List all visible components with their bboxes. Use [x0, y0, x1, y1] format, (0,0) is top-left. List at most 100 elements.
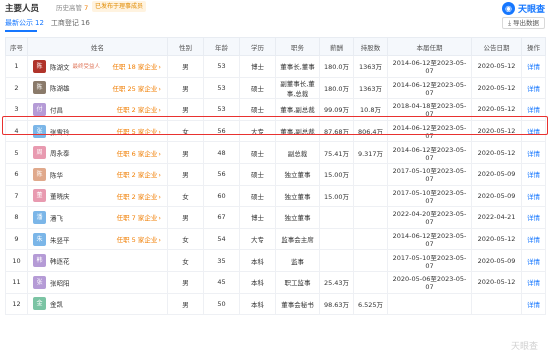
detail-link-text[interactable]: 详情 [527, 128, 540, 136]
detail-link-text[interactable]: 详情 [527, 214, 540, 222]
serving-companies-link[interactable]: 任职 2 家企业› [117, 191, 161, 201]
avatar[interactable]: 潘 [33, 210, 46, 224]
cell-role-text: 董事会秘书 [281, 300, 314, 309]
person-name-link[interactable]: 陈湖雄 [50, 85, 70, 93]
cell-date: 2020-05-12 [471, 55, 522, 78]
detail-link-text[interactable]: 详情 [527, 193, 540, 201]
person-name-link[interactable]: 张昭阳 [50, 279, 70, 287]
avatar[interactable]: 陈 [33, 167, 46, 181]
detail-link[interactable]: 详情 [521, 270, 546, 294]
serving-text[interactable]: 任职 7 家企业 [117, 214, 158, 222]
cell-gender: 女 [167, 227, 204, 251]
detail-link[interactable]: 详情 [521, 206, 546, 229]
people-table: 序号 姓名 性别 年龄 学历 职务 薪酬 持股数 本届任期 公告日期 操作 1 陈陈湖文 最终受益人 任职… [5, 37, 546, 316]
cell-term: 2017-05-10至2023-05-07 [387, 184, 472, 208]
avatar[interactable]: 朱 [33, 232, 46, 246]
detail-link[interactable]: 详情 [521, 141, 546, 164]
serving-companies-link[interactable]: 任职 5 家企业› [117, 234, 161, 244]
detail-link[interactable]: 详情 [521, 227, 546, 251]
detail-link[interactable]: 详情 [521, 55, 546, 78]
cell-index: 2 [5, 76, 28, 100]
cell-education: 硕士 [239, 98, 276, 121]
tab-latest[interactable]: 最新公示 12 [5, 18, 44, 30]
detail-link-text[interactable]: 详情 [527, 301, 540, 309]
person-name-link[interactable]: 张雪玲 [50, 128, 70, 136]
chevron-right-icon: › [158, 106, 161, 115]
cell-role-text: 董事,副总裁 [280, 106, 315, 115]
avatar[interactable]: 董 [33, 189, 46, 203]
serving-text[interactable]: 任职 2 家企业 [117, 171, 158, 179]
detail-link[interactable]: 详情 [521, 292, 546, 316]
cell-shares-text: 806.4万 [357, 128, 384, 137]
cell-term [387, 292, 472, 316]
cell-age-text: 67 [217, 213, 226, 222]
cell-index-text: 2 [14, 83, 19, 92]
serving-text[interactable]: 任职 25 家企业 [112, 85, 157, 93]
cell-salary-text: 87.68万 [323, 128, 350, 137]
person-name-link[interactable]: 周永泰 [50, 150, 70, 158]
detail-link[interactable]: 详情 [521, 249, 546, 272]
avatar[interactable]: 陈 [33, 81, 46, 95]
chevron-right-icon: › [158, 149, 161, 158]
avatar[interactable]: 陈 [33, 59, 46, 73]
serving-companies-link[interactable]: 任职 6 家企业› [117, 148, 161, 158]
person-name-link[interactable]: 付昌 [50, 106, 63, 114]
serving-text[interactable]: 任职 18 家企业 [112, 63, 157, 71]
avatar[interactable]: 韩 [33, 254, 46, 268]
detail-link-text[interactable]: 详情 [527, 150, 540, 158]
cell-age-text: 53 [217, 83, 226, 92]
person-name-link[interactable]: 朱竖平 [50, 236, 70, 244]
cell-education: 博士 [239, 206, 276, 229]
person-name-link[interactable]: 韩逐花 [50, 258, 70, 266]
cell-education-text: 硕士 [251, 149, 264, 158]
person-name-link[interactable]: 潘飞 [50, 214, 63, 222]
detail-link-text[interactable]: 详情 [527, 258, 540, 266]
serving-text[interactable]: 任职 5 家企业 [117, 128, 158, 136]
cell-shares [353, 270, 388, 294]
cell-gender-text: 男 [182, 106, 189, 115]
serving-text[interactable]: 任职 2 家企业 [117, 106, 158, 114]
cell-term-text: 2020-05-06至2023-05-07 [392, 275, 467, 292]
cell-date-text: 2020-05-12 [477, 148, 516, 157]
avatar[interactable]: 张 [33, 275, 46, 289]
serving-companies-link[interactable]: 任职 2 家企业› [117, 169, 161, 179]
detail-link[interactable]: 详情 [521, 184, 546, 208]
avatar[interactable]: 金 [33, 297, 46, 311]
detail-link[interactable]: 详情 [521, 76, 546, 100]
avatar[interactable]: 付 [33, 102, 46, 116]
avatar[interactable]: 周 [33, 146, 46, 160]
serving-companies-link[interactable]: 任职 5 家企业› [117, 126, 161, 136]
detail-link-text[interactable]: 详情 [527, 63, 540, 71]
cell-role: 副董事长,董事,总裁 [275, 76, 320, 100]
detail-link-text[interactable]: 详情 [527, 171, 540, 179]
serving-text[interactable]: 任职 6 家企业 [117, 150, 158, 158]
history-link[interactable]: 历史高管 7 [56, 2, 88, 12]
serving-companies-link[interactable]: 任职 18 家企业› [112, 61, 161, 71]
person-name-link[interactable]: 金凯 [50, 301, 63, 309]
serving-companies-link[interactable]: 任职 7 家企业› [117, 212, 161, 222]
detail-link-text[interactable]: 详情 [527, 279, 540, 287]
serving-text[interactable]: 任职 2 家企业 [117, 193, 158, 201]
detail-link-text[interactable]: 详情 [527, 106, 540, 114]
serving-companies-link[interactable]: 任职 25 家企业› [112, 83, 161, 93]
person-name-link[interactable]: 陈华 [50, 171, 63, 179]
serving-text[interactable]: 任职 5 家企业 [117, 236, 158, 244]
serving-companies-link[interactable]: 任职 2 家企业› [117, 104, 161, 114]
detail-link[interactable]: 详情 [521, 119, 546, 143]
person-name-link[interactable]: 董晓庆 [50, 193, 70, 201]
cell-index: 8 [5, 206, 28, 229]
detail-link-text[interactable]: 详情 [527, 236, 540, 244]
cell-gender: 女 [167, 119, 204, 143]
cell-age: 67 [203, 206, 240, 229]
export-button[interactable]: ⤓ 导出数据 [502, 17, 545, 29]
avatar[interactable]: 张 [33, 124, 46, 138]
cell-salary-text: 180.0万 [323, 63, 350, 72]
tab-registration[interactable]: 工商登记 16 [51, 18, 90, 30]
detail-link[interactable]: 详情 [521, 98, 546, 121]
cell-term: 2014-06-12至2023-05-07 [387, 76, 472, 100]
cell-date: 2020-05-12 [471, 141, 522, 164]
person-name-link[interactable]: 陈湖文 [50, 63, 70, 71]
detail-link-text[interactable]: 详情 [527, 85, 540, 93]
cell-role: 独立董事 [275, 206, 320, 229]
detail-link[interactable]: 详情 [521, 162, 546, 186]
